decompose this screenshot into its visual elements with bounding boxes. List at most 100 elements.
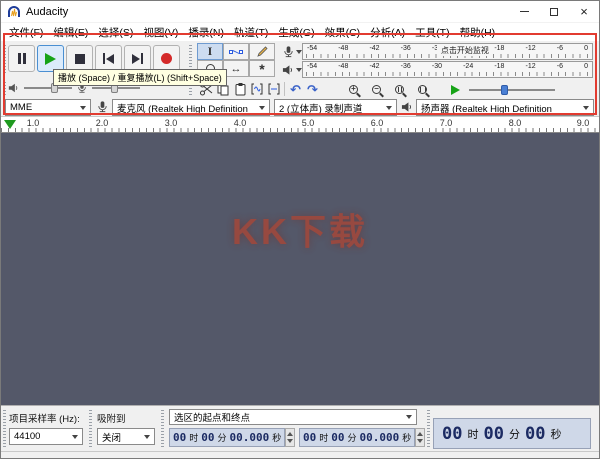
close-icon: × bbox=[580, 5, 588, 18]
menu-item-help[interactable]: 帮助(H) bbox=[455, 25, 501, 40]
selection-start-field[interactable]: 00时 00分 00.000秒 bbox=[169, 428, 285, 447]
menu-item-transport[interactable]: 播录(N) bbox=[183, 25, 229, 40]
maximize-button[interactable] bbox=[539, 1, 569, 22]
toolbar-grip[interactable] bbox=[161, 410, 164, 448]
slider-thumb[interactable] bbox=[501, 85, 508, 95]
host-select[interactable]: MME bbox=[5, 99, 91, 116]
snap-select[interactable]: 关闭 bbox=[97, 428, 155, 445]
undo-button[interactable]: ↶ bbox=[287, 81, 304, 97]
minimize-icon bbox=[520, 11, 529, 12]
toolbar-grip[interactable] bbox=[3, 410, 6, 448]
meter-scale-label: -6 bbox=[557, 63, 563, 77]
output-device-select[interactable]: 扬声器 (Realtek High Definition bbox=[416, 99, 594, 116]
envelope-icon bbox=[229, 46, 243, 58]
meter-scale-label: -12 bbox=[526, 63, 536, 77]
play-at-speed-button[interactable] bbox=[447, 82, 464, 98]
menu-item-tools[interactable]: 工具(T) bbox=[410, 25, 454, 40]
meter-scale-label: -30 bbox=[432, 63, 442, 77]
skip-start-icon bbox=[103, 53, 115, 64]
record-icon bbox=[161, 53, 172, 64]
play-tooltip: 播放 (Space) / 重复播放(L) (Shift+Space) bbox=[53, 69, 227, 86]
stop-icon bbox=[75, 54, 85, 64]
redo-icon: ↷ bbox=[307, 83, 318, 96]
meter-scale-label: 0 bbox=[584, 63, 588, 77]
status-bar bbox=[1, 451, 599, 458]
toolbar-grip[interactable] bbox=[89, 410, 92, 448]
zoom-fit-button[interactable] bbox=[414, 81, 431, 97]
spin-up-icon bbox=[417, 432, 423, 436]
toolbar-dock: I ↔ * bbox=[1, 41, 599, 117]
multi-tool-button[interactable]: * bbox=[249, 60, 275, 77]
record-meter-icon-block[interactable] bbox=[282, 45, 302, 59]
pencil-icon bbox=[256, 45, 269, 58]
menu-item-analyze[interactable]: 分析(A) bbox=[365, 25, 410, 40]
playback-meter[interactable]: -54 -48 -42 -36 -30 -24 -18 -12 -6 0 bbox=[302, 61, 593, 78]
toolbar-grip[interactable] bbox=[3, 45, 6, 74]
zoom-toolbar: + − bbox=[345, 81, 431, 97]
undo-icon: ↶ bbox=[290, 83, 301, 96]
timeline-label: 5.0 bbox=[302, 118, 315, 128]
zoom-selection-button[interactable] bbox=[391, 81, 408, 97]
monitor-hint[interactable]: 点击开始监视 bbox=[437, 45, 493, 56]
redo-button[interactable]: ↷ bbox=[304, 81, 321, 97]
chevron-down-icon bbox=[72, 435, 78, 439]
minimize-button[interactable] bbox=[509, 1, 539, 22]
record-meter[interactable]: -54 -48 -42 -36 -30 -24 -18 -12 -6 0 点击开… bbox=[302, 43, 593, 60]
rate-select[interactable]: 44100 bbox=[9, 428, 83, 445]
menu-item-generate[interactable]: 生成(G) bbox=[273, 25, 319, 40]
speaker-icon bbox=[401, 100, 414, 114]
close-button[interactable]: × bbox=[569, 1, 599, 22]
zoom-fit-icon bbox=[418, 85, 427, 94]
playback-meter-icon-block[interactable] bbox=[282, 63, 302, 77]
zoom-out-button[interactable]: − bbox=[368, 81, 385, 97]
skip-start-button[interactable] bbox=[95, 45, 122, 72]
skip-end-button[interactable] bbox=[124, 45, 151, 72]
record-button[interactable] bbox=[153, 45, 180, 72]
menu-item-tracks[interactable]: 轨道(T) bbox=[229, 25, 273, 40]
selection-end-field[interactable]: 00时 00分 00.000秒 bbox=[299, 428, 415, 447]
playhead-pin-icon[interactable] bbox=[4, 120, 16, 129]
chevron-down-icon bbox=[80, 106, 86, 110]
play-icon bbox=[45, 53, 56, 65]
time-spinner[interactable] bbox=[415, 428, 425, 447]
pause-button[interactable] bbox=[8, 45, 35, 72]
silence-button[interactable] bbox=[265, 81, 282, 97]
toolbar-grip[interactable] bbox=[427, 410, 430, 448]
meter-scale-label: -18 bbox=[494, 45, 504, 59]
menu-item-view[interactable]: 视图(V) bbox=[138, 25, 183, 40]
watermark: KK下载 bbox=[232, 203, 368, 255]
zoom-in-button[interactable]: + bbox=[345, 81, 362, 97]
menu-item-file[interactable]: 文件(F) bbox=[4, 25, 48, 40]
window-controls: × bbox=[509, 1, 599, 22]
stop-button[interactable] bbox=[66, 45, 93, 72]
timeline-label: 3.0 bbox=[165, 118, 178, 128]
input-device-select[interactable]: 麦克风 (Realtek High Definition bbox=[112, 99, 270, 116]
toolbar-grip[interactable] bbox=[3, 82, 6, 96]
selection-toolbar: 项目采样率 (Hz): 44100 吸附到 关闭 选区的起点和终点 00时 00… bbox=[1, 405, 599, 451]
menu-item-edit[interactable]: 编辑(E) bbox=[48, 25, 93, 40]
audio-position-display[interactable]: 00时 00分 00秒 bbox=[433, 418, 591, 449]
meter-scale-label: -42 bbox=[369, 63, 379, 77]
paste-button[interactable] bbox=[231, 81, 248, 97]
audacity-window: Audacity × 文件(F) 编辑(E) 选择(S) 视图(V) 播录(N)… bbox=[0, 0, 600, 459]
time-spinner[interactable] bbox=[285, 428, 295, 447]
menu-item-effect[interactable]: 效果(C) bbox=[320, 25, 366, 40]
envelope-tool-button[interactable] bbox=[223, 43, 249, 60]
selection-range-select[interactable]: 选区的起点和终点 bbox=[169, 409, 417, 425]
timeshift-tool-button[interactable]: ↔ bbox=[223, 60, 249, 77]
menu-item-select[interactable]: 选择(S) bbox=[93, 25, 138, 40]
play-button[interactable] bbox=[37, 45, 64, 72]
draw-tool-button[interactable] bbox=[249, 43, 275, 60]
timeline-label: 2.0 bbox=[96, 118, 109, 128]
meter-scale-label: -36 bbox=[401, 45, 411, 59]
timeline-label: 9.0 bbox=[577, 118, 590, 128]
trim-button[interactable] bbox=[248, 81, 265, 97]
timeline-ruler[interactable]: 1.0 2.0 3.0 4.0 5.0 6.0 7.0 8.0 9.0 bbox=[1, 117, 599, 133]
channels-select[interactable]: 2 (立体声) 录制声道 bbox=[274, 99, 397, 116]
chevron-down-icon bbox=[259, 106, 265, 110]
titlebar: Audacity × bbox=[1, 1, 599, 23]
play-speed-slider[interactable] bbox=[469, 84, 555, 96]
selection-tool-button[interactable]: I bbox=[197, 43, 223, 60]
meter-scale-label: -54 bbox=[307, 45, 317, 59]
chevron-down-icon bbox=[583, 106, 589, 110]
